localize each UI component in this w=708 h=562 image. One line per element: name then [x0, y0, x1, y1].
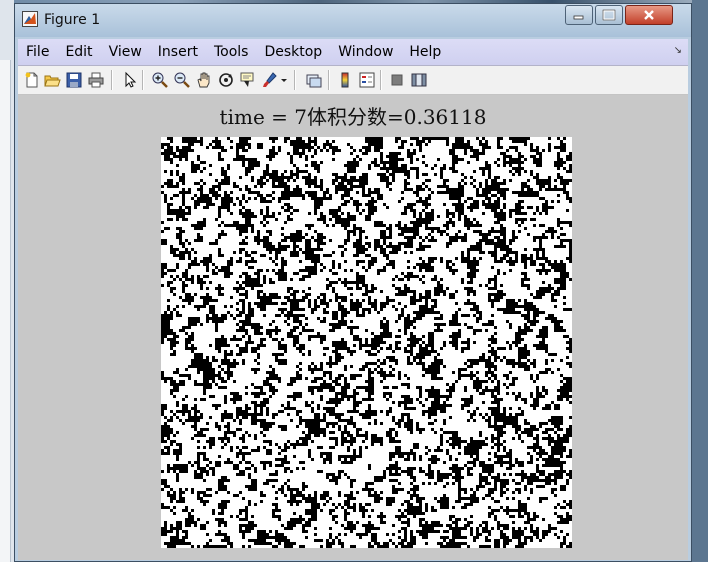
maximize-button[interactable] [595, 5, 623, 25]
print-icon[interactable] [87, 71, 105, 89]
minimize-button[interactable] [565, 5, 593, 25]
pan-icon[interactable] [195, 71, 213, 89]
rotate-3d-icon[interactable] [217, 71, 235, 89]
menu-tools[interactable]: Tools [206, 39, 257, 65]
toolbar-separator [328, 70, 330, 90]
link-plot-icon[interactable] [305, 71, 323, 89]
microstructure-image [161, 137, 572, 548]
maximize-icon [602, 9, 616, 21]
close-icon [644, 10, 654, 20]
background-window-edge [0, 60, 11, 562]
save-icon[interactable] [65, 71, 83, 89]
dock-arrow-icon[interactable]: ↘ [674, 45, 682, 56]
data-cursor-icon[interactable] [239, 71, 257, 89]
menu-insert[interactable]: Insert [150, 39, 206, 65]
figure-client-area: File Edit View Insert Tools Desktop Wind… [18, 39, 688, 560]
plot-title: time = 7体积分数=0.36118 [219, 105, 487, 129]
figure-toolbar [18, 66, 688, 95]
minimize-icon [573, 15, 584, 20]
matlab-logo-icon [22, 11, 38, 27]
window-title: Figure 1 [44, 12, 101, 28]
figure-canvas: time = 7体积分数=0.36118 [18, 95, 688, 560]
toolbar-separator [294, 70, 296, 90]
microstructure-image-axes[interactable] [161, 137, 572, 548]
brush-icon[interactable] [261, 71, 279, 89]
menu-file[interactable]: File [18, 39, 57, 65]
menu-window[interactable]: Window [330, 39, 401, 65]
colorbar-icon[interactable] [336, 71, 354, 89]
title-bar[interactable]: Figure 1 [15, 4, 691, 37]
menu-bar: File Edit View Insert Tools Desktop Wind… [18, 39, 688, 66]
show-plot-tools-icon[interactable] [410, 71, 428, 89]
menu-view[interactable]: View [101, 39, 150, 65]
toolbar-separator [111, 70, 113, 90]
desktop-background-right [692, 0, 708, 562]
toolbar-separator [142, 70, 144, 90]
figure-window: Figure 1 File Edit View Insert Tools Des… [14, 3, 692, 562]
new-figure-icon[interactable] [23, 71, 41, 89]
menu-help[interactable]: Help [401, 39, 449, 65]
hide-plot-tools-icon[interactable] [388, 71, 406, 89]
zoom-in-icon[interactable] [151, 71, 169, 89]
close-button[interactable] [625, 5, 673, 25]
brush-dropdown-icon[interactable] [280, 71, 288, 89]
toolbar-separator [380, 70, 382, 90]
legend-icon[interactable] [358, 71, 376, 89]
menu-desktop[interactable]: Desktop [256, 39, 330, 65]
zoom-out-icon[interactable] [173, 71, 191, 89]
pointer-icon[interactable] [121, 71, 139, 89]
menu-edit[interactable]: Edit [57, 39, 100, 65]
open-file-icon[interactable] [43, 71, 61, 89]
